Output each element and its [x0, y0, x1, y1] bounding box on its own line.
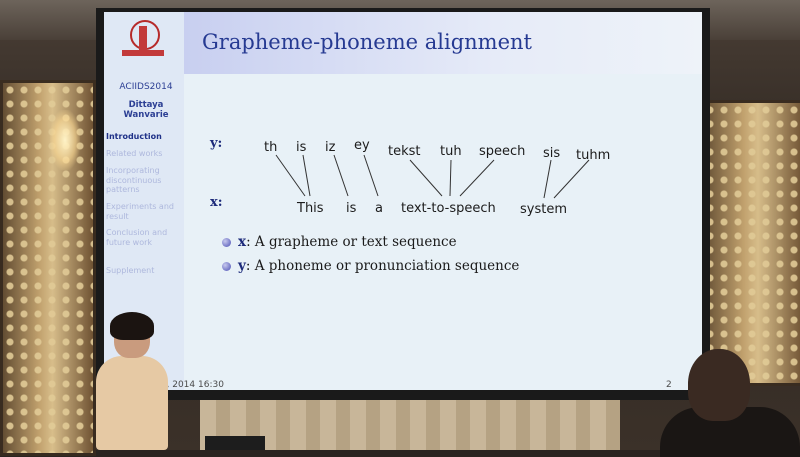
- laptop-on-podium: [205, 436, 265, 450]
- phoneme-is: is: [296, 140, 307, 155]
- audience-member-silhouette: [660, 345, 800, 457]
- y-label: y:: [210, 136, 223, 151]
- x-label: x:: [210, 195, 223, 210]
- grapheme-text-to-speech: text-to-speech: [401, 201, 496, 216]
- bullet-dot-icon: [222, 238, 231, 247]
- phoneme-ey: ey: [354, 138, 370, 153]
- bullet-dot-icon: [222, 262, 231, 271]
- bullet-y: y: A phoneme or pronunciation sequence: [222, 258, 520, 274]
- phoneme-th: th: [264, 140, 278, 155]
- presenter-person: [96, 312, 168, 450]
- phoneme-tuh: tuh: [440, 144, 462, 159]
- bullet-y-text: : A phoneme or pronunciation sequence: [245, 258, 520, 274]
- grapheme-this: This: [297, 201, 324, 216]
- phoneme-tekst: tekst: [388, 144, 421, 159]
- projected-slide: ACIIDS2014 Dittaya Wanvarie Introduction…: [104, 12, 702, 390]
- bullet-y-var: y: [238, 258, 246, 274]
- bullet-x: x: A grapheme or text sequence: [222, 234, 457, 250]
- phoneme-speech: speech: [479, 144, 526, 159]
- grapheme-is: is: [346, 201, 357, 216]
- wall-lamp: [50, 110, 80, 170]
- phoneme-iz: iz: [325, 140, 336, 155]
- phoneme-tuhm: tuhm: [576, 148, 611, 163]
- slide-footer-date: l, 2014 16:30: [164, 380, 224, 390]
- grapheme-a: a: [375, 201, 383, 216]
- bullet-x-var: x: [238, 234, 247, 250]
- grapheme-system: system: [520, 202, 567, 217]
- decorative-lattice-wall-left: [0, 80, 96, 456]
- bullet-x-text: : A grapheme or text sequence: [246, 234, 457, 250]
- decorative-lattice-wall-right: [700, 100, 800, 386]
- phoneme-sis: sis: [543, 146, 561, 161]
